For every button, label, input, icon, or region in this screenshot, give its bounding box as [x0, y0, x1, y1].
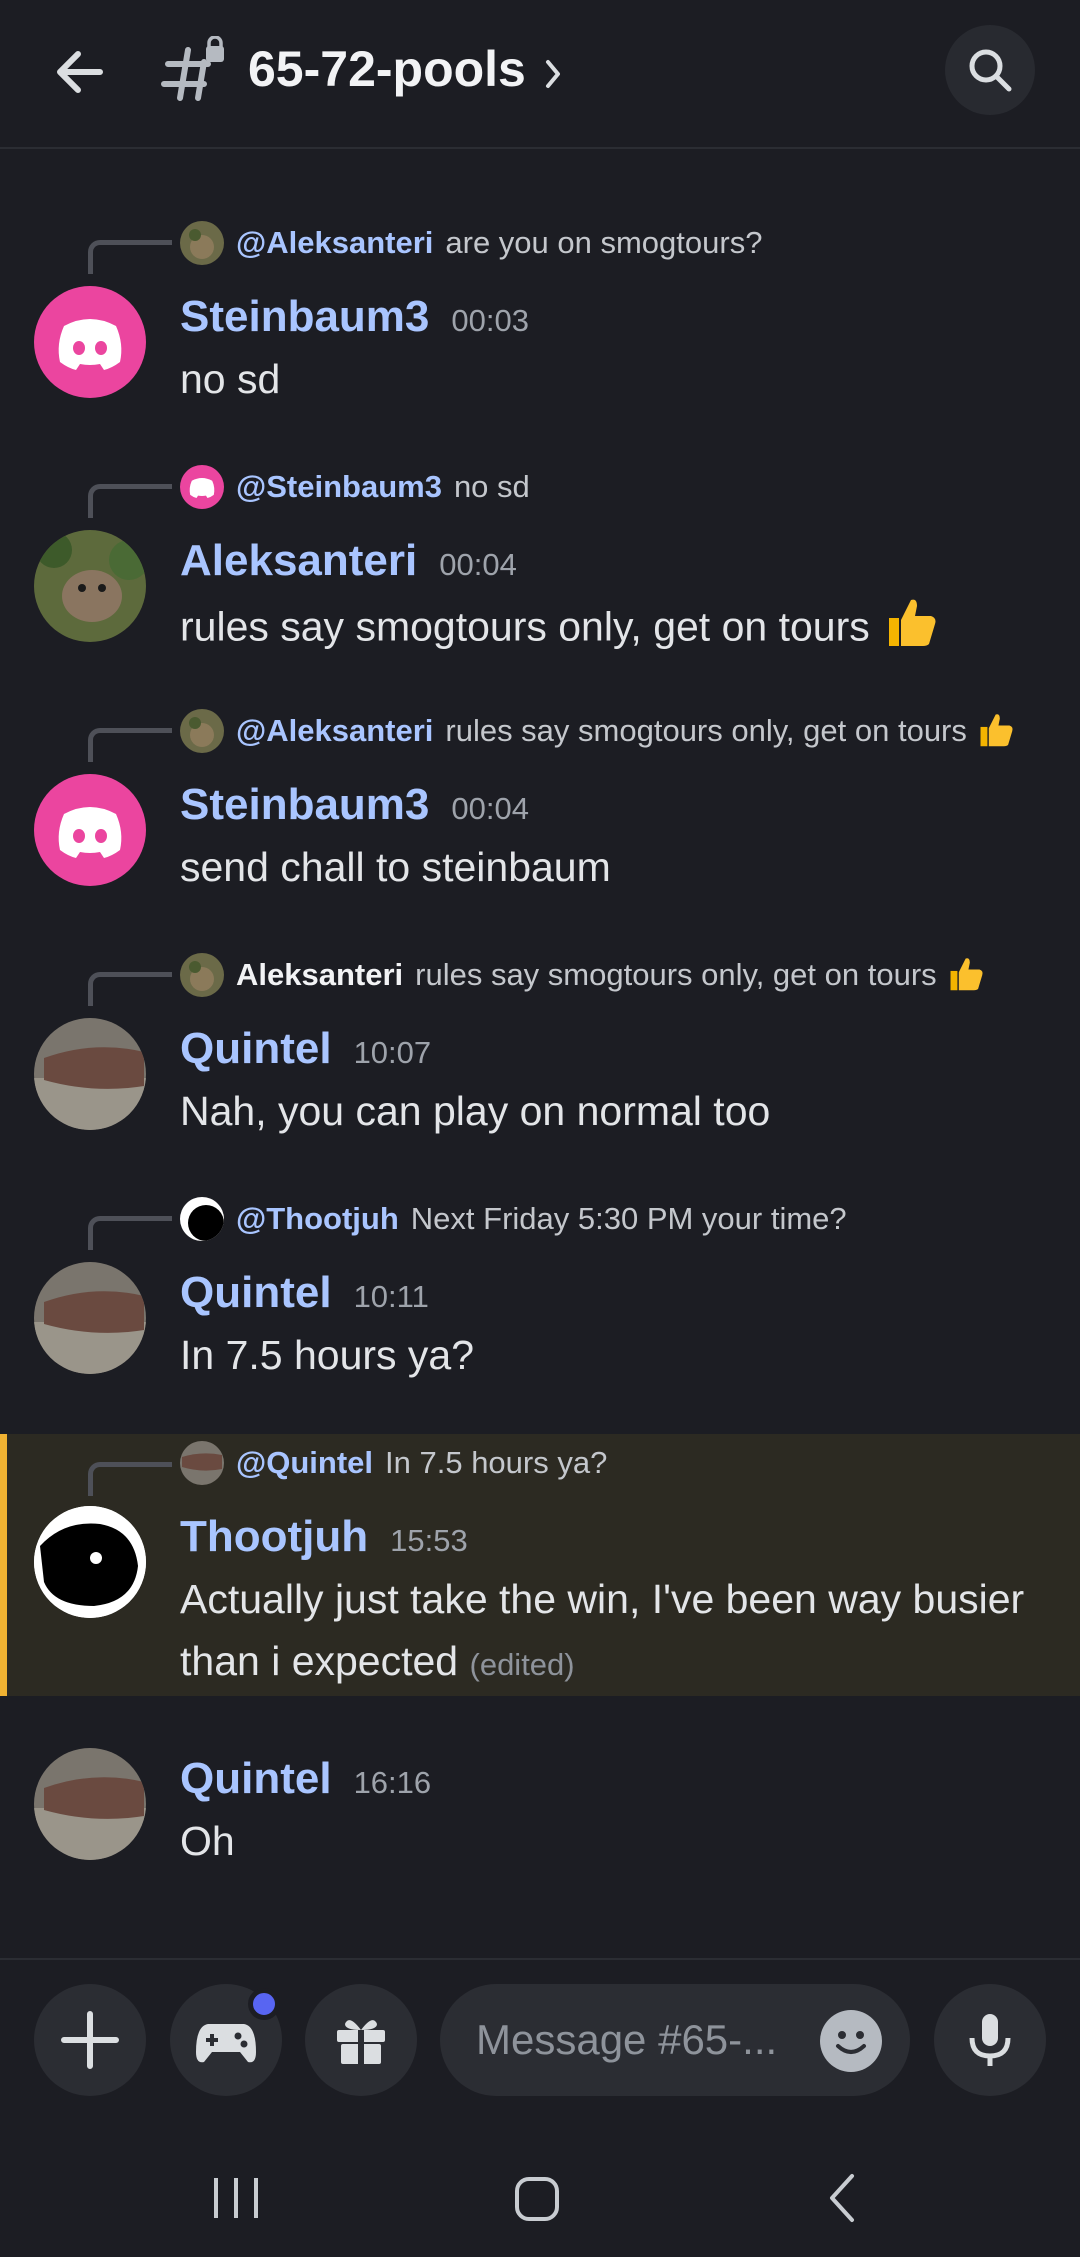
arrow-left-icon[interactable]	[50, 42, 110, 102]
reply-author[interactable]: @Aleksanteri	[236, 225, 433, 261]
reply-reference[interactable]: @Aleksanteri are you on smogtours?	[180, 220, 762, 266]
chevron-right-icon[interactable]	[540, 52, 568, 96]
message-text: Nah, you can play on normal too	[180, 1088, 771, 1134]
gift-button[interactable]	[305, 1984, 417, 2096]
reply-author[interactable]: @Quintel	[236, 1445, 373, 1481]
edited-label: (edited)	[469, 1647, 575, 1682]
message-item[interactable]: Aleksanteri rules say smogtours only, ge…	[0, 942, 1080, 1142]
message-item[interactable]: @Aleksanteri rules say smogtours only, g…	[0, 698, 1080, 898]
username[interactable]: Thootjuh	[180, 1512, 368, 1561]
emoji-icon	[836, 2031, 866, 2054]
locked-hashtag-icon	[160, 35, 228, 104]
reply-author[interactable]: @Aleksanteri	[236, 713, 433, 749]
reply-text: In 7.5 hours ya?	[385, 1445, 608, 1480]
voice-message-button[interactable]	[934, 1984, 1046, 2096]
message-item[interactable]: Quintel 16:16 Oh	[0, 1736, 1080, 1876]
thumbs-up-icon	[945, 953, 985, 998]
message-composer: Message #65-...	[0, 1958, 1080, 2130]
channel-header: 65-72-pools	[0, 0, 1080, 149]
attach-button[interactable]	[34, 1984, 146, 2096]
reply-text: rules say smogtours only, get on tours	[445, 713, 967, 748]
reply-author[interactable]: @Steinbaum3	[236, 469, 442, 505]
reply-connector	[88, 240, 172, 274]
reply-text: are you on smogtours?	[445, 225, 763, 260]
avatar[interactable]	[34, 774, 146, 886]
system-nav-bar	[0, 2128, 1080, 2252]
username[interactable]: Quintel	[180, 1024, 332, 1073]
avatar	[180, 709, 224, 753]
message-placeholder: Message #65-...	[476, 2016, 778, 2063]
back-nav-icon[interactable]	[830, 2174, 854, 2222]
avatar[interactable]	[34, 1018, 146, 1130]
message-text: send chall to steinbaum	[180, 844, 611, 890]
message-input[interactable]: Message #65-...	[440, 1984, 910, 2096]
avatar	[180, 953, 224, 997]
reply-reference[interactable]: Aleksanteri rules say smogtours only, ge…	[180, 952, 985, 998]
avatar[interactable]	[34, 1262, 146, 1374]
search-icon	[969, 49, 1012, 92]
message-item[interactable]: @Aleksanteri are you on smogtours? Stein…	[0, 210, 1080, 410]
avatar[interactable]	[34, 1748, 146, 1860]
reply-connector	[88, 1216, 172, 1250]
thumbs-up-icon	[975, 709, 1015, 754]
username[interactable]: Aleksanteri	[180, 536, 417, 585]
timestamp: 15:53	[390, 1523, 468, 1558]
reply-text: rules say smogtours only, get on tours	[415, 957, 937, 992]
home-icon[interactable]	[515, 2177, 559, 2221]
username[interactable]: Quintel	[180, 1268, 332, 1317]
timestamp: 16:16	[353, 1765, 432, 1800]
message-text: In 7.5 hours ya?	[180, 1332, 475, 1378]
reply-reference[interactable]: @Steinbaum3 no sd	[180, 464, 530, 510]
reply-text: Next Friday 5:30 PM your time?	[410, 1201, 847, 1236]
reply-connector	[88, 972, 172, 1006]
reply-connector	[88, 484, 172, 518]
avatar	[180, 465, 224, 509]
reply-author[interactable]: Aleksanteri	[236, 957, 403, 993]
timestamp: 00:04	[439, 547, 517, 582]
gamepad-icon	[196, 2024, 256, 2063]
plus-icon	[61, 2011, 119, 2069]
reply-connector	[88, 1462, 172, 1496]
channel-name[interactable]: 65-72-pools	[248, 40, 526, 98]
message-item[interactable]: @Steinbaum3 no sd Aleksanteri 00:04 rules…	[0, 454, 1080, 654]
reply-reference[interactable]: @Thootjuh Next Friday 5:30 PM your time?	[180, 1196, 847, 1242]
username[interactable]: Steinbaum3	[180, 780, 429, 829]
username[interactable]: Quintel	[180, 1754, 332, 1803]
reply-text: no sd	[453, 469, 530, 504]
avatar	[180, 221, 224, 265]
reply-connector	[88, 728, 172, 762]
recent-apps-icon[interactable]	[214, 2178, 258, 2218]
avatar	[180, 1197, 224, 1241]
avatar[interactable]	[34, 286, 146, 398]
thumbs-up-icon	[881, 592, 939, 667]
avatar	[180, 1441, 224, 1485]
reply-author[interactable]: @Thootjuh	[236, 1201, 399, 1237]
message-text: Oh	[180, 1818, 235, 1864]
gift-icon	[337, 2020, 385, 2064]
search-button[interactable]	[945, 25, 1035, 115]
emoji-button[interactable]	[820, 2010, 882, 2072]
timestamp: 00:03	[451, 303, 529, 338]
timestamp: 00:04	[451, 791, 529, 826]
avatar[interactable]	[34, 1506, 146, 1618]
discord-logo-icon	[58, 319, 122, 370]
message-text: no sd	[180, 356, 281, 402]
notification-dot	[248, 1988, 280, 2020]
timestamp: 10:07	[353, 1035, 432, 1070]
username[interactable]: Steinbaum3	[180, 292, 429, 341]
message-text: rules say smogtours only, get on tours	[180, 603, 870, 650]
message-item[interactable]: @Quintel In 7.5 hours ya? Thootjuh 15:53 …	[0, 1434, 1080, 1696]
avatar[interactable]	[34, 530, 146, 642]
timestamp: 10:11	[353, 1279, 429, 1314]
reply-reference[interactable]: @Aleksanteri rules say smogtours only, g…	[180, 708, 1015, 754]
reply-reference[interactable]: @Quintel In 7.5 hours ya?	[180, 1440, 607, 1486]
microphone-icon	[969, 2014, 1011, 2066]
message-text: Actually just take the win, I've been wa…	[180, 1576, 1025, 1684]
discord-logo-icon	[58, 807, 122, 858]
message-item[interactable]: @Thootjuh Next Friday 5:30 PM your time?…	[0, 1186, 1080, 1386]
